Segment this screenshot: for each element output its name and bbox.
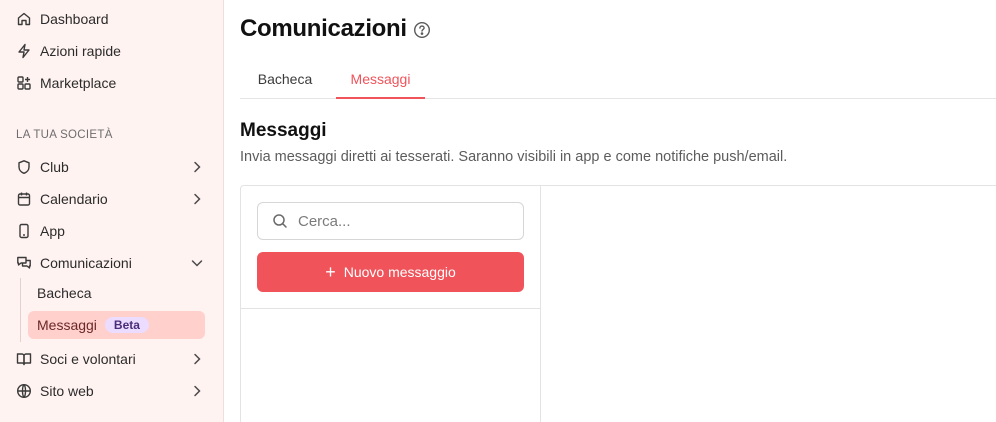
sidebar-item-label: App xyxy=(40,223,65,239)
sidebar-item-label: Calendario xyxy=(40,191,108,207)
sidebar-item-calendario[interactable]: Calendario xyxy=(8,185,211,213)
section-description: Invia messaggi diretti ai tesserati. Sar… xyxy=(240,149,788,165)
sidebar-item-label: Soci e volontari xyxy=(40,351,136,367)
divider xyxy=(241,308,541,309)
sidebar-subitem-messaggi[interactable]: Messaggi Beta xyxy=(28,311,205,339)
plus-icon: + xyxy=(325,262,336,282)
tab-bar: Bacheca Messaggi xyxy=(240,60,996,99)
message-list-pane: + Nuovo messaggio xyxy=(241,186,541,422)
sidebar-subitem-label: Bacheca xyxy=(37,285,92,301)
chevron-right-icon xyxy=(189,383,205,399)
new-message-button[interactable]: + Nuovo messaggio xyxy=(257,252,524,292)
home-icon xyxy=(16,11,32,27)
globe-icon xyxy=(16,383,32,399)
help-icon[interactable] xyxy=(413,21,431,39)
sidebar-item-label: Comunicazioni xyxy=(40,255,132,271)
chevron-right-icon xyxy=(189,159,205,175)
sidebar-item-label: Club xyxy=(40,159,69,175)
beta-badge: Beta xyxy=(104,317,149,333)
sidebar-item-azioni-rapide[interactable]: Azioni rapide xyxy=(8,37,211,65)
phone-icon xyxy=(16,223,32,239)
section-title: Messaggi xyxy=(240,120,327,141)
page-title: Comunicazioni xyxy=(240,15,407,42)
sidebar-item-sito-web[interactable]: Sito web xyxy=(8,377,211,405)
sidebar-item-marketplace[interactable]: Marketplace xyxy=(8,69,211,97)
sidebar-item-label: Marketplace xyxy=(40,75,117,91)
tab-bacheca[interactable]: Bacheca xyxy=(240,60,330,98)
search-icon xyxy=(272,213,288,229)
calendar-icon xyxy=(16,191,32,207)
chat-icon xyxy=(16,255,32,271)
sidebar-item-club[interactable]: Club xyxy=(8,153,211,181)
sidebar-subitem-label: Messaggi xyxy=(37,317,97,333)
sidebar-item-label: Sito web xyxy=(40,383,94,399)
sidebar-item-label: Azioni rapide xyxy=(40,43,121,59)
messages-panel: + Nuovo messaggio xyxy=(240,185,996,422)
chevron-down-icon xyxy=(189,255,205,271)
app-root: Dashboard Azioni rapide Marketplace LA T… xyxy=(0,0,996,422)
chevron-right-icon xyxy=(189,351,205,367)
sidebar-item-app[interactable]: App xyxy=(8,217,211,245)
search-box[interactable] xyxy=(257,202,524,240)
book-icon xyxy=(16,351,32,367)
sidebar-subitem-bacheca[interactable]: Bacheca xyxy=(28,279,205,307)
search-input[interactable] xyxy=(298,212,518,230)
sidebar-item-label: Dashboard xyxy=(40,11,109,27)
sidebar-item-comunicazioni[interactable]: Comunicazioni xyxy=(8,249,211,277)
tab-messaggi[interactable]: Messaggi xyxy=(336,60,425,99)
section-label: LA TUA SOCIETÀ xyxy=(16,129,113,141)
main-content: Comunicazioni Bacheca Messaggi Messaggi … xyxy=(224,0,996,422)
shield-icon xyxy=(16,159,32,175)
lightning-icon xyxy=(16,43,32,59)
tab-label: Bacheca xyxy=(257,71,313,87)
sidebar-item-dashboard[interactable]: Dashboard xyxy=(8,5,211,33)
submenu-line xyxy=(20,278,21,342)
grid-plus-icon xyxy=(16,75,32,91)
chevron-right-icon xyxy=(189,191,205,207)
sidebar: Dashboard Azioni rapide Marketplace LA T… xyxy=(0,0,224,422)
sidebar-item-soci-volontari[interactable]: Soci e volontari xyxy=(8,345,211,373)
tab-label: Messaggi xyxy=(350,70,411,87)
new-message-label: Nuovo messaggio xyxy=(343,264,456,280)
